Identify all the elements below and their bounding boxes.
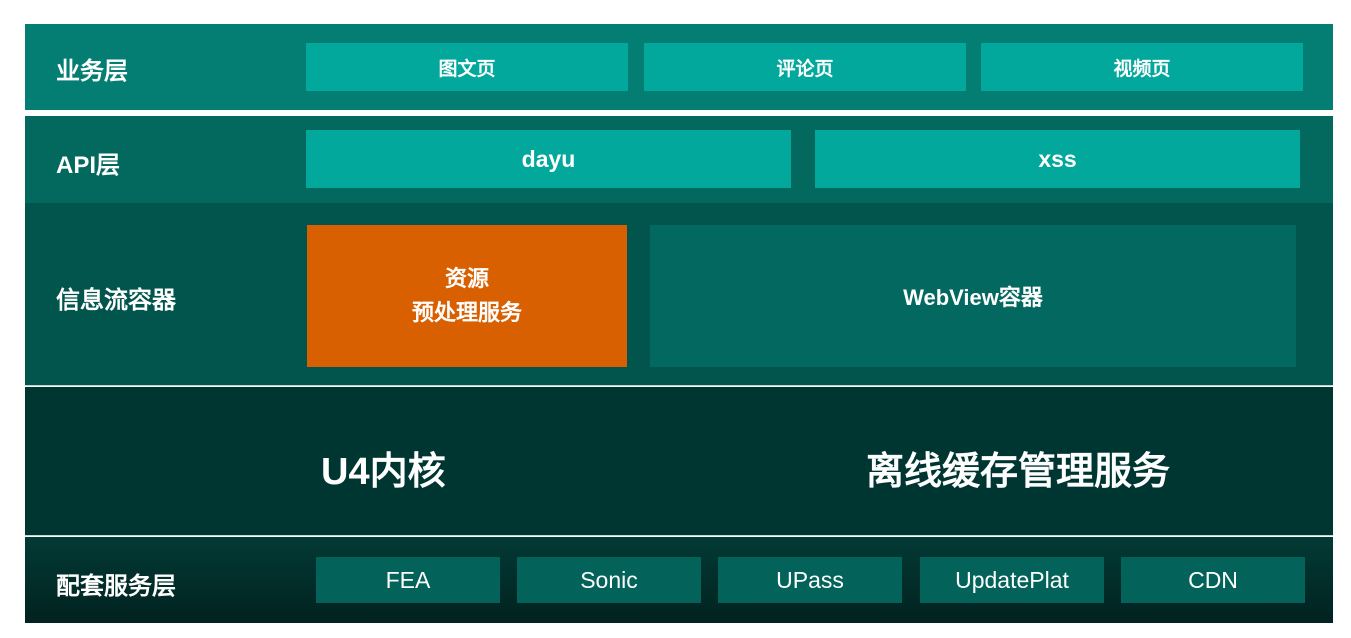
webview-container-box: WebView容器: [650, 225, 1296, 367]
xss-box: xss: [815, 130, 1300, 188]
resource-preprocess-line2: 预处理服务: [411, 300, 522, 325]
support-layer: 配套服务层 FEA Sonic UPass UpdatePlat CDN: [25, 537, 1333, 623]
container-layer-label: 信息流容器: [56, 287, 176, 314]
cdn-box: CDN: [1121, 557, 1305, 603]
u4-kernel-text: U4内核: [321, 451, 446, 493]
support-layer-label: 配套服务层: [56, 573, 176, 600]
fea-box: FEA: [316, 557, 500, 603]
api-layer: API层 dayu xss: [25, 116, 1333, 203]
business-layer-label: 业务层: [56, 58, 128, 85]
business-layer: 业务层 图文页 评论页 视频页: [25, 24, 1333, 110]
core-layer: U4内核 离线缓存管理服务: [25, 387, 1333, 536]
container-layer: 信息流容器 资源 预处理服务 WebView容器: [25, 203, 1333, 386]
video-page-box: 视频页: [981, 43, 1303, 91]
resource-preprocess-line1: 资源: [444, 266, 489, 291]
resource-preprocess-box: 资源 预处理服务: [307, 225, 627, 367]
tuwen-page-box: 图文页: [306, 43, 628, 91]
offline-cache-text: 离线缓存管理服务: [866, 451, 1171, 493]
api-layer-label: API层: [56, 152, 121, 179]
updateplat-box: UpdatePlat: [920, 557, 1104, 603]
upass-box: UPass: [718, 557, 902, 603]
dayu-box: dayu: [306, 130, 791, 188]
comment-page-box: 评论页: [644, 43, 966, 91]
sonic-box: Sonic: [517, 557, 701, 603]
